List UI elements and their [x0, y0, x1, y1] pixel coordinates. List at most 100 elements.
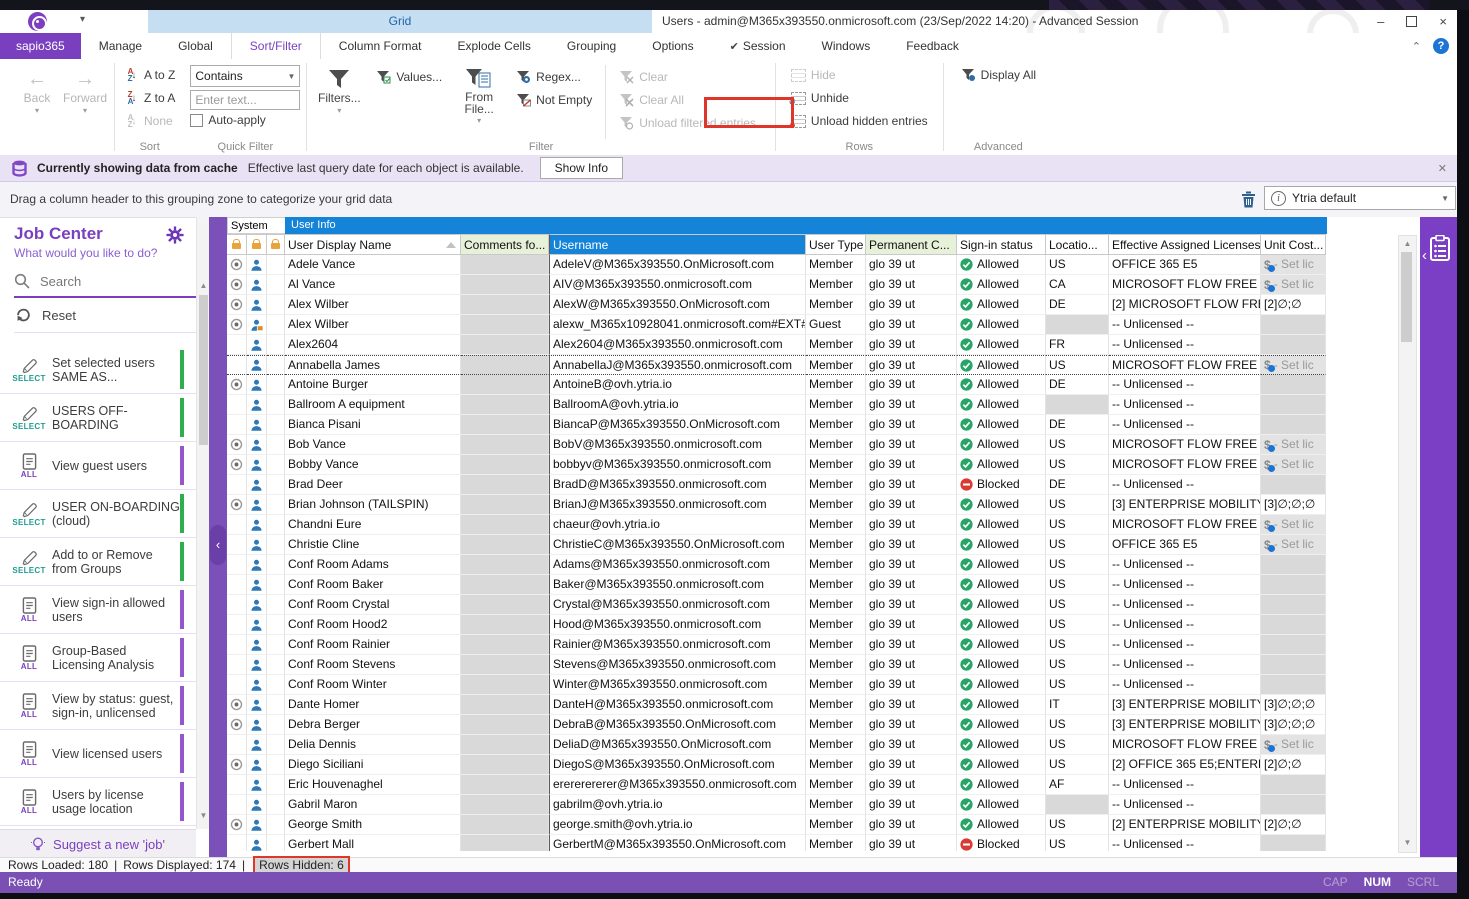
- cell-user-type[interactable]: Member: [806, 495, 866, 515]
- cell-query-date[interactable]: [227, 755, 247, 775]
- cell-username[interactable]: Adams@M365x393550.onmicrosoft.com: [549, 555, 806, 575]
- scroll-down-icon[interactable]: ▼: [1399, 836, 1416, 850]
- cell-licenses[interactable]: -- Unlicensed --: [1109, 475, 1261, 495]
- cell-unit-cost[interactable]: [2]∅;∅: [1261, 295, 1326, 315]
- cell-licenses[interactable]: -- Unlicensed --: [1109, 595, 1261, 615]
- cell-comments[interactable]: [461, 335, 549, 355]
- column-header-type[interactable]: User Type: [806, 234, 866, 255]
- cell-user-icon[interactable]: [247, 435, 267, 455]
- cell-user-icon[interactable]: [247, 655, 267, 675]
- table-row[interactable]: Alex2604Alex2604@M365x393550.onmicrosoft…: [227, 335, 1327, 355]
- cell-display-name[interactable]: George Smith: [285, 815, 461, 835]
- cell-comments[interactable]: [461, 295, 549, 315]
- cell-signin-status[interactable]: Allowed: [957, 815, 1046, 835]
- cell-location[interactable]: DE: [1046, 295, 1109, 315]
- tab-windows[interactable]: Windows: [804, 33, 889, 59]
- cell-permanent[interactable]: glo 39 ut: [866, 715, 957, 735]
- cell-licenses[interactable]: -- Unlicensed --: [1109, 395, 1261, 415]
- cell-signin-status[interactable]: Allowed: [957, 435, 1046, 455]
- cell-licenses[interactable]: -- Unlicensed --: [1109, 375, 1261, 395]
- cell-licenses[interactable]: -- Unlicensed --: [1109, 575, 1261, 595]
- cell-comments[interactable]: [461, 715, 549, 735]
- back-button[interactable]: ← Back ▾: [14, 65, 60, 115]
- cell-system-extra[interactable]: [267, 575, 285, 595]
- cell-unit-cost[interactable]: [1261, 575, 1326, 595]
- column-header-lock[interactable]: [227, 234, 247, 255]
- cell-unit-cost[interactable]: [1261, 555, 1326, 575]
- cell-user-icon[interactable]: [247, 695, 267, 715]
- cell-comments[interactable]: [461, 375, 549, 395]
- cell-permanent[interactable]: glo 39 ut: [866, 615, 957, 635]
- cell-query-date[interactable]: [227, 775, 247, 795]
- column-header-lock[interactable]: [267, 234, 285, 255]
- cell-username[interactable]: AntoineB@ovh.ytria.io: [549, 375, 806, 395]
- job-item-view-licensed-users[interactable]: ALLView licensed users: [0, 730, 196, 778]
- cell-signin-status[interactable]: Allowed: [957, 695, 1046, 715]
- cell-comments[interactable]: [461, 455, 549, 475]
- cell-unit-cost[interactable]: $- Set lic: [1261, 735, 1326, 755]
- cell-location[interactable]: US: [1046, 635, 1109, 655]
- cell-licenses[interactable]: [3] ENTERPRISE MOBILITY +: [1109, 495, 1261, 515]
- cell-display-name[interactable]: Alex Wilber: [285, 315, 461, 335]
- forward-button[interactable]: → Forward ▾: [62, 65, 108, 115]
- cell-permanent[interactable]: glo 39 ut: [866, 735, 957, 755]
- cell-signin-status[interactable]: Allowed: [957, 395, 1046, 415]
- cell-licenses[interactable]: [2] MICROSOFT FLOW FREE;: [1109, 295, 1261, 315]
- cell-licenses[interactable]: MICROSOFT FLOW FREE: [1109, 435, 1261, 455]
- cell-query-date[interactable]: [227, 275, 247, 295]
- cell-comments[interactable]: [461, 815, 549, 835]
- cell-username[interactable]: BiancaP@M365x393550.OnMicrosoft.com: [549, 415, 806, 435]
- cell-display-name[interactable]: Adele Vance: [285, 255, 461, 275]
- cell-location[interactable]: US: [1046, 615, 1109, 635]
- cell-display-name[interactable]: Alex Wilber: [285, 295, 461, 315]
- cell-licenses[interactable]: -- Unlicensed --: [1109, 635, 1261, 655]
- table-row[interactable]: Conf Room AdamsAdams@M365x393550.onmicro…: [227, 555, 1327, 575]
- cell-user-icon[interactable]: [247, 335, 267, 355]
- cell-unit-cost[interactable]: [1261, 375, 1326, 395]
- cell-display-name[interactable]: Gabril Maron: [285, 795, 461, 815]
- cell-permanent[interactable]: glo 39 ut: [866, 475, 957, 495]
- cell-user-icon[interactable]: [247, 255, 267, 275]
- cell-permanent[interactable]: glo 39 ut: [866, 335, 957, 355]
- maximize-button[interactable]: [1406, 16, 1417, 27]
- cell-system-extra[interactable]: [267, 795, 285, 815]
- cell-unit-cost[interactable]: [1261, 475, 1326, 495]
- cell-system-extra[interactable]: [267, 595, 285, 615]
- tab-feedback[interactable]: Feedback: [888, 33, 977, 59]
- cell-system-extra[interactable]: [267, 835, 285, 851]
- cell-signin-status[interactable]: Allowed: [957, 615, 1046, 635]
- cell-permanent[interactable]: glo 39 ut: [866, 515, 957, 535]
- cell-username[interactable]: chaeur@ovh.ytria.io: [549, 515, 806, 535]
- cell-location[interactable]: DE: [1046, 375, 1109, 395]
- quick-filter-input[interactable]: Enter text...: [190, 90, 300, 110]
- cell-permanent[interactable]: glo 39 ut: [866, 295, 957, 315]
- table-row[interactable]: Diego SicilianiDiegoS@M365x393550.OnMicr…: [227, 755, 1327, 775]
- cell-query-date[interactable]: [227, 335, 247, 355]
- table-row[interactable]: Conf Room BakerBaker@M365x393550.onmicro…: [227, 575, 1327, 595]
- cell-user-icon[interactable]: [247, 675, 267, 695]
- cell-user-type[interactable]: Member: [806, 475, 866, 495]
- cell-system-extra[interactable]: [267, 775, 285, 795]
- job-search-input[interactable]: Search: [14, 266, 196, 298]
- cell-display-name[interactable]: Dante Homer: [285, 695, 461, 715]
- cell-signin-status[interactable]: Allowed: [957, 735, 1046, 755]
- table-row[interactable]: Bob VanceBobV@M365x393550.onmicrosoft.co…: [227, 435, 1327, 455]
- cell-comments[interactable]: [461, 495, 549, 515]
- cell-comments[interactable]: [461, 275, 549, 295]
- cell-permanent[interactable]: glo 39 ut: [866, 575, 957, 595]
- cell-signin-status[interactable]: Allowed: [957, 755, 1046, 775]
- clipboard-icon[interactable]: [1430, 235, 1450, 261]
- tab-global[interactable]: Global: [160, 33, 231, 59]
- cell-user-icon[interactable]: [247, 615, 267, 635]
- cell-comments[interactable]: [461, 535, 549, 555]
- cell-location[interactable]: US: [1046, 735, 1109, 755]
- cell-permanent[interactable]: glo 39 ut: [866, 315, 957, 335]
- column-header-signin[interactable]: Sign-in status: [957, 234, 1046, 255]
- tab-sort-filter[interactable]: Sort/Filter: [231, 33, 321, 59]
- table-row[interactable]: Adele VanceAdeleV@M365x393550.OnMicrosof…: [227, 255, 1327, 275]
- cell-signin-status[interactable]: Allowed: [957, 315, 1046, 335]
- cell-display-name[interactable]: Alex2604: [285, 335, 461, 355]
- cell-display-name[interactable]: Christie Cline: [285, 535, 461, 555]
- cell-query-date[interactable]: [227, 575, 247, 595]
- cell-comments[interactable]: [461, 475, 549, 495]
